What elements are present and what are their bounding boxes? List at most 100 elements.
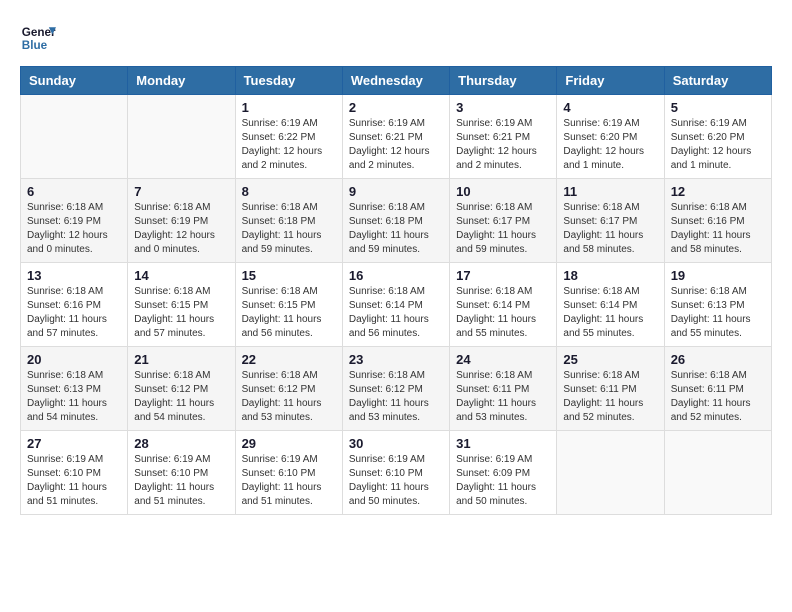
calendar-cell: 4 Sunrise: 6:19 AM Sunset: 6:20 PM Daylig… [557, 95, 664, 179]
svg-text:Blue: Blue [22, 39, 48, 52]
calendar-cell: 28Sunrise: 6:19 AM Sunset: 6:10 PM Dayli… [128, 431, 235, 515]
calendar-cell: 24 Sunrise: 6:18 AM Sunset: 6:11 PM Dayli… [450, 347, 557, 431]
day-info: Sunrise: 6:18 AM Sunset: 6:16 PM Dayligh… [27, 285, 121, 341]
calendar-cell: 17 Sunrise: 6:18 AM Sunset: 6:14 PM Dayli… [450, 263, 557, 347]
calendar-cell [557, 431, 664, 515]
day-info: Sunrise: 6:18 AM Sunset: 6:17 PM Dayligh… [456, 201, 550, 257]
day-info: Sunrise: 6:19 AM Sunset: 6:22 PM Dayligh… [242, 117, 336, 173]
calendar-week-3: 13 Sunrise: 6:18 AM Sunset: 6:16 PM Dayli… [21, 263, 772, 347]
calendar-cell: 20 Sunrise: 6:18 AM Sunset: 6:13 PM Dayli… [21, 347, 128, 431]
day-info: Sunrise: 6:18 AM Sunset: 6:17 PM Dayligh… [563, 201, 657, 257]
day-info: Sunrise: 6:18 AM Sunset: 6:12 PM Dayligh… [349, 369, 443, 425]
day-info: Sunrise: 6:19 AM Sunset: 6:10 PM Dayligh… [134, 453, 228, 509]
calendar-cell: 13 Sunrise: 6:18 AM Sunset: 6:16 PM Dayli… [21, 263, 128, 347]
calendar-cell: 29 Sunrise: 6:19 AM Sunset: 6:10 PM Dayli… [235, 431, 342, 515]
calendar-cell: 6 Sunrise: 6:18 AM Sunset: 6:19 PM Daylig… [21, 179, 128, 263]
day-number: 21 [134, 352, 228, 367]
weekday-header-row: SundayMondayTuesdayWednesdayThursdayFrid… [21, 67, 772, 95]
day-number: 25 [563, 352, 657, 367]
day-info: Sunrise: 6:18 AM Sunset: 6:15 PM Dayligh… [242, 285, 336, 341]
calendar-cell [664, 431, 771, 515]
day-number: 3 [456, 100, 550, 115]
calendar-cell: 3 Sunrise: 6:19 AM Sunset: 6:21 PM Daylig… [450, 95, 557, 179]
calendar-cell: 10 Sunrise: 6:18 AM Sunset: 6:17 PM Dayli… [450, 179, 557, 263]
calendar-cell: 27Sunrise: 6:19 AM Sunset: 6:10 PM Dayli… [21, 431, 128, 515]
calendar-cell: 15Sunrise: 6:18 AM Sunset: 6:15 PM Dayli… [235, 263, 342, 347]
weekday-header-sunday: Sunday [21, 67, 128, 95]
day-number: 14 [134, 268, 228, 283]
day-number: 17 [456, 268, 550, 283]
weekday-header-tuesday: Tuesday [235, 67, 342, 95]
day-info: Sunrise: 6:18 AM Sunset: 6:14 PM Dayligh… [563, 285, 657, 341]
calendar-cell: 9Sunrise: 6:18 AM Sunset: 6:18 PM Daylig… [342, 179, 449, 263]
calendar-cell: 23 Sunrise: 6:18 AM Sunset: 6:12 PM Dayli… [342, 347, 449, 431]
calendar-cell: 12Sunrise: 6:18 AM Sunset: 6:16 PM Dayli… [664, 179, 771, 263]
weekday-header-friday: Friday [557, 67, 664, 95]
day-number: 4 [563, 100, 657, 115]
day-number: 26 [671, 352, 765, 367]
day-info: Sunrise: 6:18 AM Sunset: 6:14 PM Dayligh… [349, 285, 443, 341]
calendar-week-5: 27 Sunrise: 6:19 AM Sunset: 6:10 PM Dayli… [21, 431, 772, 515]
calendar-cell: 19 Sunrise: 6:18 AM Sunset: 6:13 PM Dayli… [664, 263, 771, 347]
calendar-cell: 26 Sunrise: 6:18 AM Sunset: 6:11 PM Dayli… [664, 347, 771, 431]
day-number: 1 [242, 100, 336, 115]
calendar-cell: 31Sunrise: 6:19 AM Sunset: 6:09 PM Dayli… [450, 431, 557, 515]
calendar-cell: 22Sunrise: 6:18 AM Sunset: 6:12 PM Dayli… [235, 347, 342, 431]
calendar-week-1: 1 Sunrise: 6:19 AM Sunset: 6:22 PM Daylig… [21, 95, 772, 179]
day-number: 13 [27, 268, 121, 283]
day-number: 20 [27, 352, 121, 367]
calendar-cell: 18 Sunrise: 6:18 AM Sunset: 6:14 PM Dayli… [557, 263, 664, 347]
day-info: Sunrise: 6:18 AM Sunset: 6:12 PM Dayligh… [134, 369, 228, 425]
day-info: Sunrise: 6:19 AM Sunset: 6:20 PM Dayligh… [563, 117, 657, 173]
calendar-cell: 14 Sunrise: 6:18 AM Sunset: 6:15 PM Dayli… [128, 263, 235, 347]
calendar-cell: 16 Sunrise: 6:18 AM Sunset: 6:14 PM Dayli… [342, 263, 449, 347]
day-info: Sunrise: 6:18 AM Sunset: 6:11 PM Dayligh… [456, 369, 550, 425]
day-info: Sunrise: 6:19 AM Sunset: 6:21 PM Dayligh… [349, 117, 443, 173]
day-info: Sunrise: 6:18 AM Sunset: 6:11 PM Dayligh… [671, 369, 765, 425]
weekday-header-saturday: Saturday [664, 67, 771, 95]
calendar-cell: 11 Sunrise: 6:18 AM Sunset: 6:17 PM Dayli… [557, 179, 664, 263]
day-number: 30 [349, 436, 443, 451]
logo: General Blue [20, 20, 56, 56]
day-number: 7 [134, 184, 228, 199]
day-number: 24 [456, 352, 550, 367]
day-info: Sunrise: 6:18 AM Sunset: 6:16 PM Dayligh… [671, 201, 765, 257]
day-info: Sunrise: 6:18 AM Sunset: 6:18 PM Dayligh… [349, 201, 443, 257]
day-number: 6 [27, 184, 121, 199]
day-info: Sunrise: 6:18 AM Sunset: 6:11 PM Dayligh… [563, 369, 657, 425]
day-info: Sunrise: 6:18 AM Sunset: 6:19 PM Dayligh… [134, 201, 228, 257]
page-header: General Blue [20, 20, 772, 56]
calendar-cell: 1 Sunrise: 6:19 AM Sunset: 6:22 PM Daylig… [235, 95, 342, 179]
calendar-cell: 7 Sunrise: 6:18 AM Sunset: 6:19 PM Daylig… [128, 179, 235, 263]
day-number: 11 [563, 184, 657, 199]
day-number: 29 [242, 436, 336, 451]
day-number: 18 [563, 268, 657, 283]
day-info: Sunrise: 6:18 AM Sunset: 6:13 PM Dayligh… [27, 369, 121, 425]
day-info: Sunrise: 6:18 AM Sunset: 6:12 PM Dayligh… [242, 369, 336, 425]
weekday-header-wednesday: Wednesday [342, 67, 449, 95]
day-number: 8 [242, 184, 336, 199]
day-info: Sunrise: 6:18 AM Sunset: 6:14 PM Dayligh… [456, 285, 550, 341]
day-info: Sunrise: 6:19 AM Sunset: 6:21 PM Dayligh… [456, 117, 550, 173]
day-info: Sunrise: 6:19 AM Sunset: 6:20 PM Dayligh… [671, 117, 765, 173]
day-number: 10 [456, 184, 550, 199]
calendar-cell: 5 Sunrise: 6:19 AM Sunset: 6:20 PM Daylig… [664, 95, 771, 179]
calendar-cell: 8Sunrise: 6:18 AM Sunset: 6:18 PM Daylig… [235, 179, 342, 263]
calendar-cell: 21 Sunrise: 6:18 AM Sunset: 6:12 PM Dayli… [128, 347, 235, 431]
day-number: 23 [349, 352, 443, 367]
day-number: 16 [349, 268, 443, 283]
calendar-cell: 25 Sunrise: 6:18 AM Sunset: 6:11 PM Dayli… [557, 347, 664, 431]
day-info: Sunrise: 6:18 AM Sunset: 6:15 PM Dayligh… [134, 285, 228, 341]
calendar-cell: 2Sunrise: 6:19 AM Sunset: 6:21 PM Daylig… [342, 95, 449, 179]
weekday-header-monday: Monday [128, 67, 235, 95]
weekday-header-thursday: Thursday [450, 67, 557, 95]
calendar-cell [128, 95, 235, 179]
day-number: 5 [671, 100, 765, 115]
day-info: Sunrise: 6:18 AM Sunset: 6:13 PM Dayligh… [671, 285, 765, 341]
day-info: Sunrise: 6:19 AM Sunset: 6:09 PM Dayligh… [456, 453, 550, 509]
day-info: Sunrise: 6:18 AM Sunset: 6:19 PM Dayligh… [27, 201, 121, 257]
day-info: Sunrise: 6:19 AM Sunset: 6:10 PM Dayligh… [242, 453, 336, 509]
calendar-week-4: 20 Sunrise: 6:18 AM Sunset: 6:13 PM Dayli… [21, 347, 772, 431]
day-number: 27 [27, 436, 121, 451]
day-number: 19 [671, 268, 765, 283]
